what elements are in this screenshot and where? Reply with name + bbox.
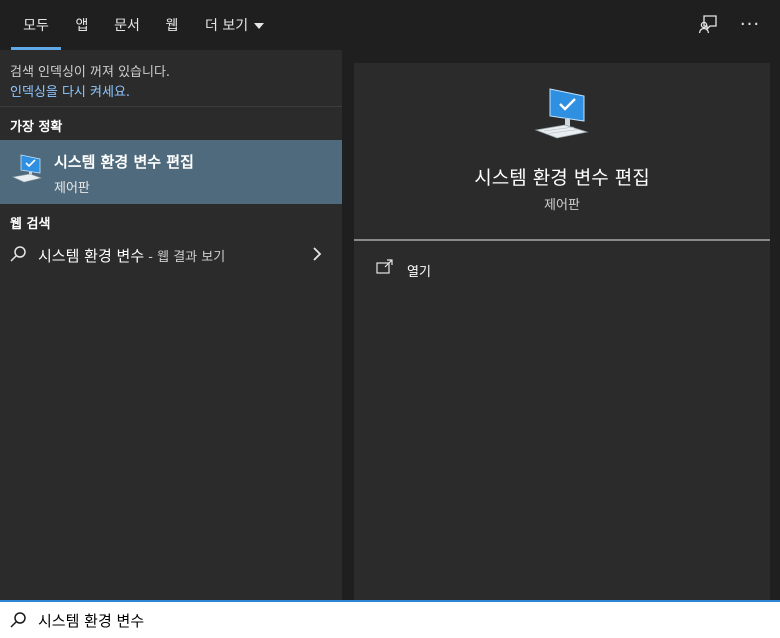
preview-divider: [354, 239, 770, 241]
web-search-query-text: 시스템 환경 변수: [38, 247, 145, 265]
search-icon: [10, 612, 26, 628]
indexing-notice: 검색 인덱싱이 꺼져 있습니다. 인덱싱을 다시 켜세요.: [0, 50, 342, 107]
tab-apps[interactable]: 앱: [70, 0, 94, 50]
system-computer-icon: [11, 154, 43, 183]
turn-on-indexing-link[interactable]: 인덱싱을 다시 켜세요.: [10, 81, 130, 100]
search-bar: [0, 600, 780, 638]
tab-all-label: 모두: [23, 18, 49, 34]
chevron-down-icon: [254, 23, 265, 29]
best-match-result[interactable]: 시스템 환경 변수 편집 제어판: [0, 140, 342, 204]
search-input[interactable]: [38, 606, 738, 634]
system-computer-large-icon: [534, 88, 589, 139]
best-match-heading: 가장 정확: [10, 120, 63, 135]
best-match-subtitle: 제어판: [54, 181, 90, 196]
search-icon: [10, 246, 26, 262]
open-action[interactable]: 열기: [354, 255, 770, 285]
more-options-icon[interactable]: ···: [738, 12, 762, 36]
open-action-label: 열기: [407, 265, 431, 280]
preview-subtitle: 제어판: [544, 198, 580, 213]
indexing-notice-text: 검색 인덱싱이 꺼져 있습니다.: [10, 65, 171, 80]
tab-apps-label: 앱: [75, 18, 89, 34]
tab-documents-label: 문서: [114, 18, 140, 34]
web-results-suffix: - 웹 결과 보기: [144, 250, 226, 265]
windows-search-window: 모두 앱 문서 웹 더 보기 ··· 검색 인덱싱이 꺼져 있습니다. 인덱싱을…: [0, 0, 780, 638]
web-search-result[interactable]: 시스템 환경 변수 - 웹 결과 보기: [0, 236, 342, 272]
search-scope-tabs: 모두 앱 문서 웹 더 보기 ···: [0, 0, 780, 50]
tab-web[interactable]: 웹: [160, 0, 184, 50]
preview-title: 시스템 환경 변수 편집: [474, 167, 650, 189]
tab-all[interactable]: 모두: [11, 0, 61, 50]
preview-panel: 시스템 환경 변수 편집 제어판 열기: [354, 63, 770, 600]
best-match-name: 시스템 환경 변수 편집: [54, 153, 194, 171]
chevron-right-icon[interactable]: [311, 246, 323, 262]
open-icon: [376, 259, 393, 274]
tab-more-dropdown[interactable]: 더 보기: [205, 0, 275, 50]
feedback-icon[interactable]: [696, 12, 720, 36]
tab-web-label: 웹: [165, 18, 179, 34]
web-search-heading: 웹 검색: [10, 217, 51, 232]
web-search-query: 시스템 환경 변수 - 웹 결과 보기: [38, 245, 225, 266]
tab-more-label: 더 보기: [205, 18, 249, 34]
tab-documents[interactable]: 문서: [110, 0, 144, 50]
more-options-glyph: ···: [739, 13, 761, 35]
results-panel: 검색 인덱싱이 꺼져 있습니다. 인덱싱을 다시 켜세요. 가장 정확 시스템 …: [0, 50, 342, 600]
